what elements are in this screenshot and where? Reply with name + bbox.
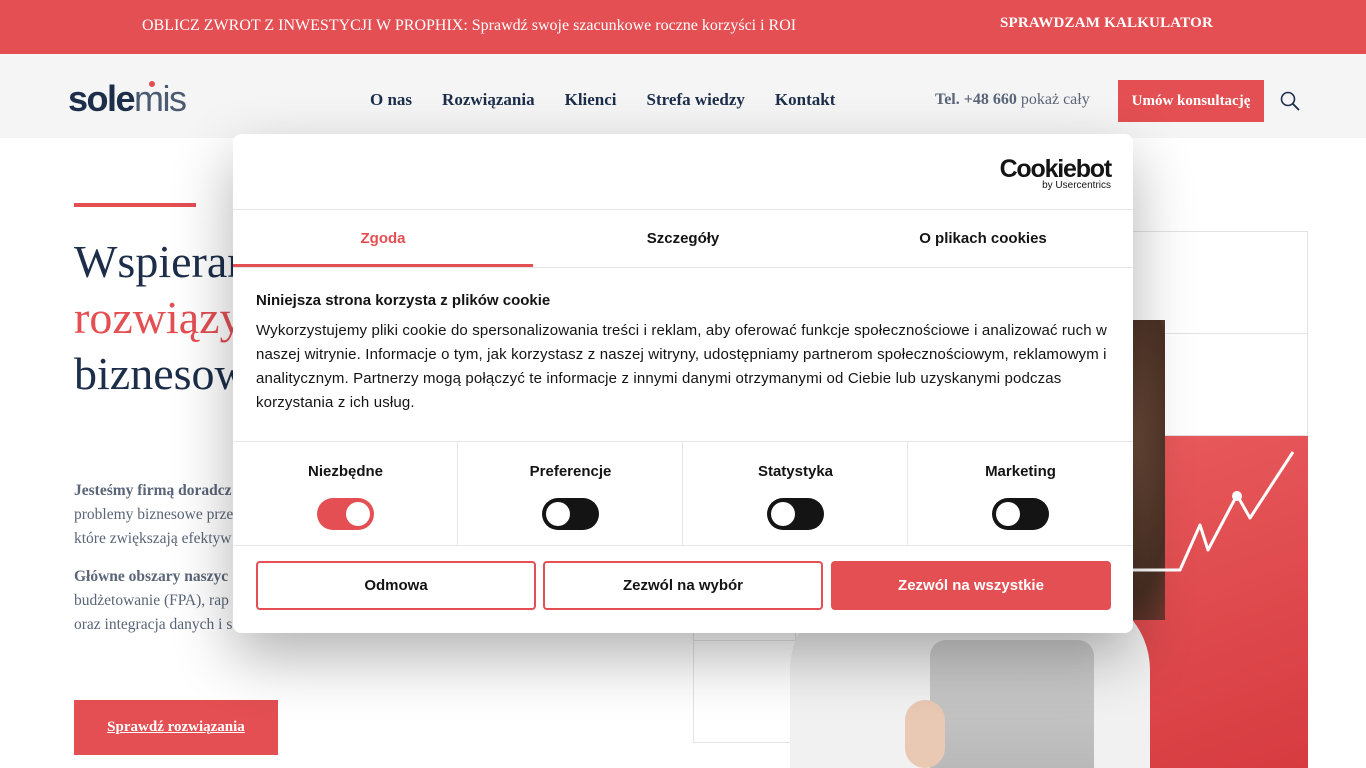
hero-para2-bold: Główne obszary naszyc — [74, 568, 229, 585]
hero-paragraph-1: Jesteśmy firmą doradcz problemy biznesow… — [74, 479, 233, 551]
toggle-knob — [771, 502, 795, 526]
tablet-image — [930, 640, 1094, 768]
category-statystyka: Statystyka — [683, 442, 908, 545]
allow-selection-button[interactable]: Zezwól na wybór — [543, 561, 823, 610]
logo-text-part2: mis — [134, 78, 187, 119]
allow-all-button[interactable]: Zezwól na wszystkie — [831, 561, 1111, 610]
nav-item-rozwiazania[interactable]: Rozwiązania — [442, 90, 535, 110]
cookie-consent-dialog: Cookiebot by Usercentrics Zgoda Szczegół… — [233, 134, 1133, 633]
main-nav: O nas Rozwiązania Klienci Strefa wiedzy … — [370, 90, 835, 110]
toggle-niezbedne[interactable] — [317, 498, 374, 530]
cookiebot-logo: Cookiebot by Usercentrics — [999, 155, 1113, 191]
toggle-knob — [996, 502, 1020, 526]
tab-o-plikach-cookies[interactable]: O plikach cookies — [833, 210, 1133, 267]
cookie-description: Niniejsza strona korzysta z plików cooki… — [256, 292, 1108, 415]
cookie-body-text: Wykorzystujemy pliki cookie do spersonal… — [256, 322, 1108, 411]
hero-para1-bold: Jesteśmy firmą doradcz — [74, 482, 232, 499]
tab-szczegoly[interactable]: Szczegóły — [533, 210, 833, 267]
divider — [233, 545, 1133, 546]
category-label: Statystyka — [757, 463, 834, 480]
hero-para2-line3: oraz integracja danych i s — [74, 616, 233, 633]
promo-calculator-link[interactable]: SPRAWDZAM KALKULATOR — [1000, 15, 1213, 32]
toggle-preferencje[interactable] — [542, 498, 599, 530]
category-preferencje: Preferencje — [458, 442, 683, 545]
nav-item-strefa-wiedzy[interactable]: Strefa wiedzy — [647, 90, 745, 110]
category-label: Preferencje — [529, 463, 612, 480]
divider — [233, 267, 1133, 268]
logo-text-part1: sole — [68, 78, 136, 119]
grid-cell — [1103, 231, 1308, 334]
hero-paragraph-2: Główne obszary naszyc budżetowanie (FPA)… — [74, 565, 232, 637]
category-label: Niezbędne — [307, 463, 383, 480]
category-marketing: Marketing — [908, 442, 1133, 545]
promo-bar: OBLICZ ZWROT Z INWESTYCJI W PROPHIX: Spr… — [0, 0, 1366, 54]
phone-number[interactable]: Tel. +48 660 pokaż cały — [935, 91, 1090, 109]
book-consultation-button[interactable]: Umów konsultację — [1118, 80, 1264, 122]
woman-hand — [905, 700, 945, 768]
category-niezbedne: Niezbędne — [233, 442, 458, 545]
nav-item-kontakt[interactable]: Kontakt — [775, 90, 835, 110]
phone-show-full-link[interactable]: pokaż cały — [1021, 91, 1090, 108]
site-header: solemis O nas Rozwiązania Klienci Strefa… — [0, 54, 1366, 138]
growth-chart-icon — [1130, 451, 1295, 572]
check-solutions-button[interactable]: Sprawdź rozwiązania — [74, 700, 278, 755]
toggle-marketing[interactable] — [992, 498, 1049, 530]
nav-item-o-nas[interactable]: O nas — [370, 90, 412, 110]
deny-button[interactable]: Odmowa — [256, 561, 536, 610]
toggle-knob — [346, 502, 370, 526]
hero-para1-line2: problemy biznesowe prze — [74, 506, 234, 523]
hero-accent-line — [74, 203, 196, 207]
promo-text[interactable]: OBLICZ ZWROT Z INWESTYCJI W PROPHIX: Spr… — [142, 17, 796, 35]
grid-cell — [693, 640, 796, 743]
toggle-statystyka[interactable] — [767, 498, 824, 530]
logo-dot — [149, 81, 155, 87]
toggle-knob — [546, 502, 570, 526]
hero-para1-line3: które zwiększają efektyw — [74, 530, 232, 547]
cookiebot-brand: Cookiebot — [999, 155, 1113, 183]
category-label: Marketing — [985, 463, 1056, 480]
cookie-heading: Niniejsza strona korzysta z plików cooki… — [256, 292, 551, 309]
phone-label: Tel. +48 660 — [935, 91, 1017, 108]
search-icon[interactable] — [1280, 91, 1300, 111]
solemis-logo[interactable]: solemis — [68, 78, 187, 119]
hero-para2-line2: budżetowanie (FPA), rap — [74, 592, 229, 609]
tab-zgoda[interactable]: Zgoda — [233, 210, 533, 267]
nav-item-klienci[interactable]: Klienci — [565, 90, 617, 110]
